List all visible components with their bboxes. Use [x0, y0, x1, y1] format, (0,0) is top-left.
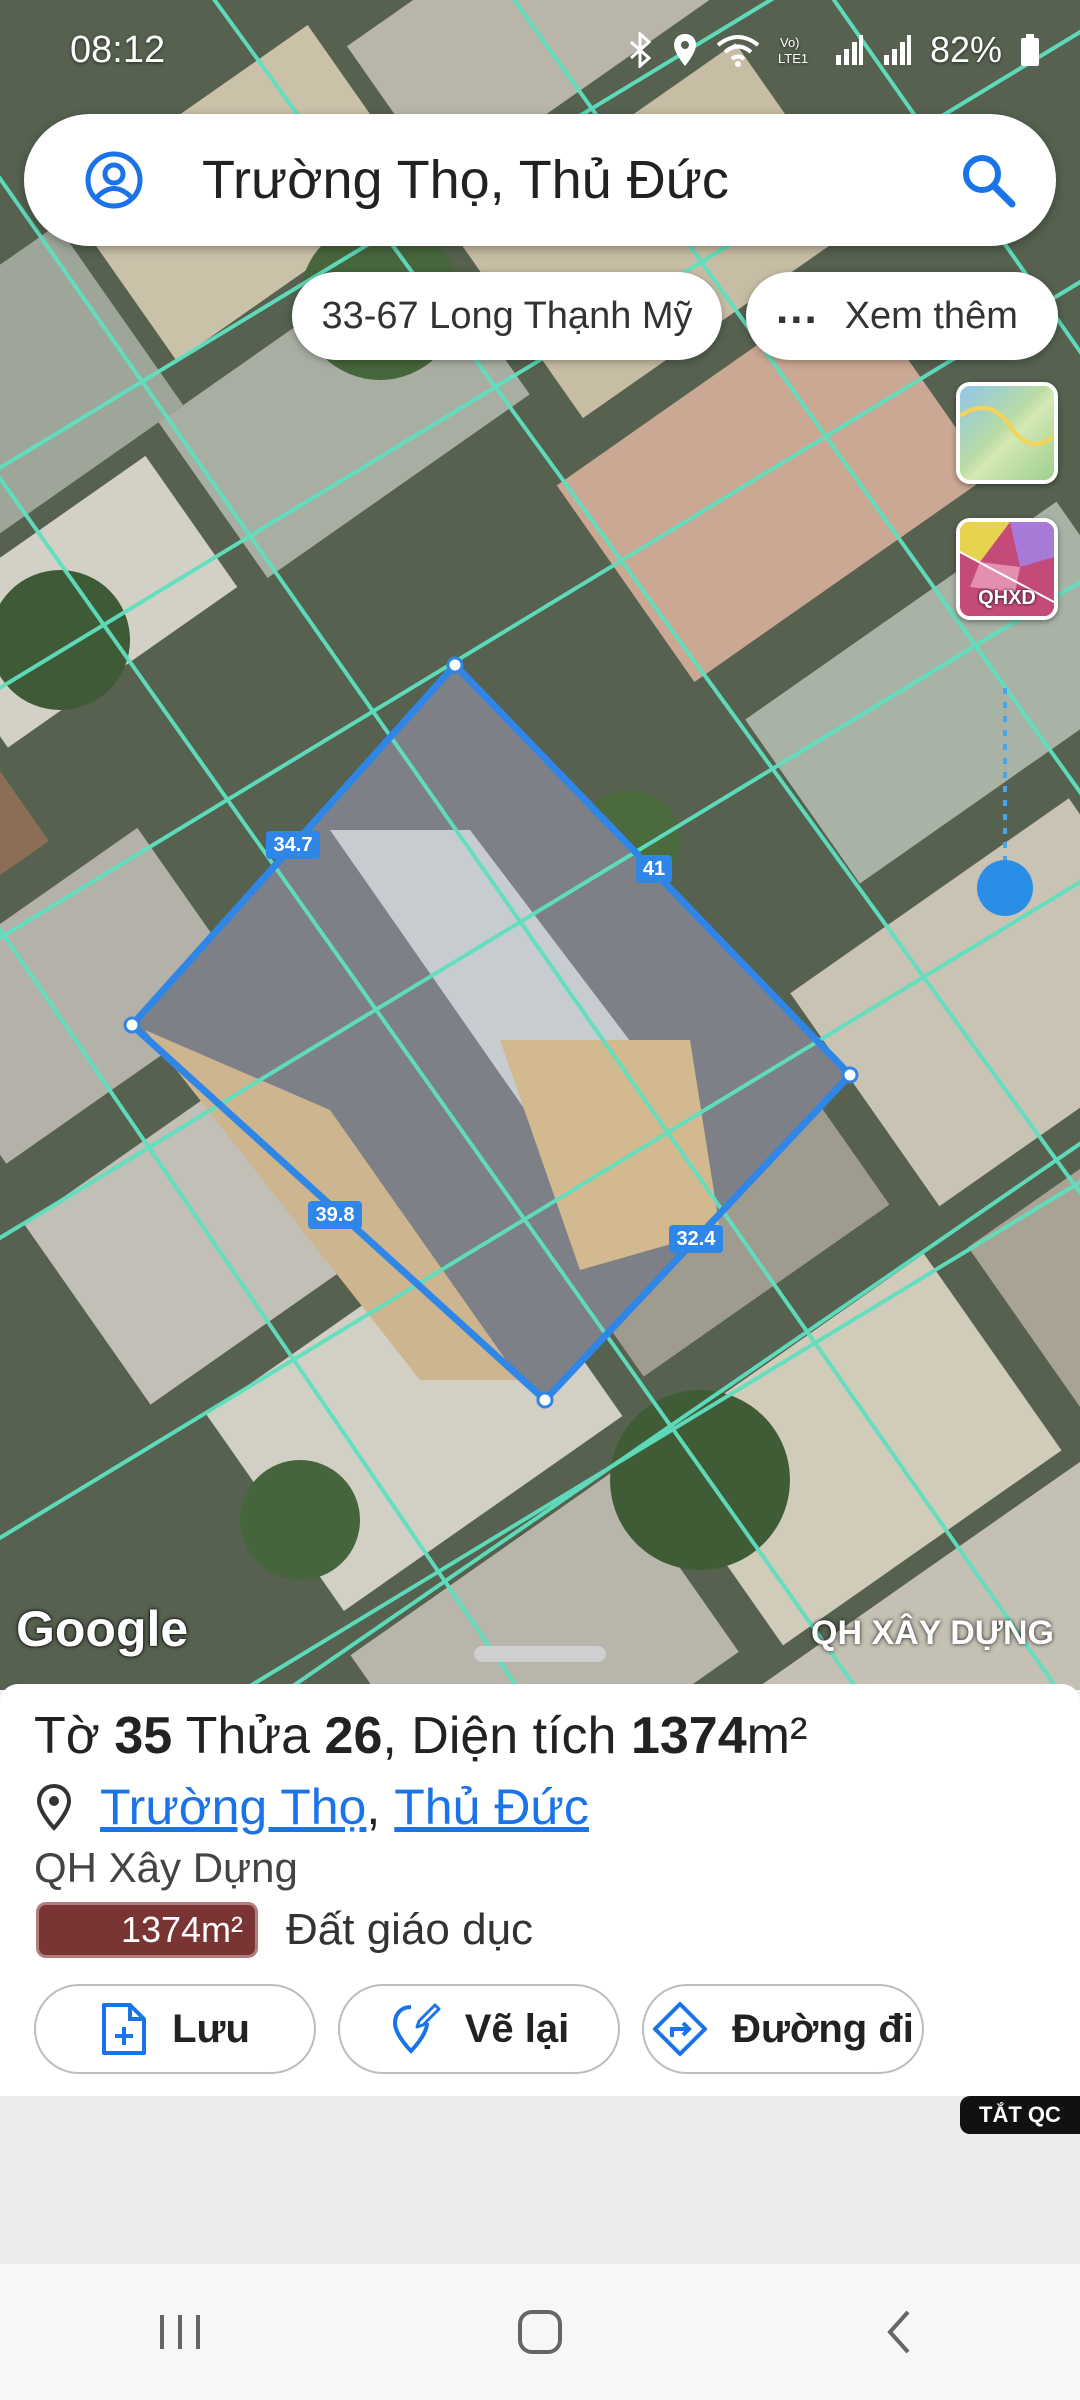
svg-text:LTE1: LTE1	[778, 51, 808, 66]
save-button[interactable]: Lưu	[34, 1984, 316, 2074]
back-icon[interactable]	[870, 2302, 930, 2362]
status-icons: Vo) LTE1 82%	[628, 29, 1040, 71]
location-row: Trường Thọ , Thủ Đức	[34, 1774, 589, 1840]
volte-icon: Vo)LTE1	[778, 35, 808, 66]
redraw-button-label: Vẽ lại	[464, 2006, 570, 2051]
zone-label: Đất giáo dục	[286, 1905, 534, 1954]
save-button-label: Lưu	[172, 2006, 250, 2051]
address-chip-label: 33-67 Long Thạnh Mỹ	[321, 294, 693, 337]
parcel-title-text: Tờ	[34, 1707, 115, 1765]
account-icon[interactable]	[84, 150, 144, 210]
signal-icon	[883, 35, 911, 65]
status-time: 08:12	[70, 28, 166, 71]
system-nav-bar	[0, 2264, 1080, 2400]
parcel-area: 1374	[630, 1707, 747, 1765]
terrain-layer-button[interactable]	[956, 382, 1058, 484]
satellite-map[interactable]: 34.7 41 39.8 32.4	[0, 0, 1080, 1690]
ward-link[interactable]: Trường Thọ	[100, 1778, 366, 1836]
parcel-info-sheet: Tờ 35 Thửa 26, Diện tích 1374m² Trường T…	[0, 1684, 1080, 2096]
satellite-imagery	[0, 0, 1080, 1690]
qhxd-layer-label: QHXD	[978, 587, 1036, 609]
address-chip[interactable]: 33-67 Long Thạnh Mỹ	[292, 272, 722, 360]
parcel-title: Tờ 35 Thửa 26, Diện tích 1374m²	[34, 1706, 807, 1766]
more-chip[interactable]: ... Xem thêm	[746, 272, 1058, 360]
directions-button-label: Đường đi	[732, 2006, 914, 2051]
zone-row: 1374m² Đất giáo dục	[36, 1902, 533, 1958]
opacity-slider[interactable]	[960, 688, 1050, 918]
parcel-area-unit: m²	[746, 1707, 808, 1765]
ad-off-button[interactable]: TẮT QC	[960, 2096, 1080, 2134]
recents-icon[interactable]	[150, 2307, 210, 2357]
add-file-icon	[102, 2003, 147, 2055]
parcel-title-text: Thửa	[172, 1707, 325, 1765]
search-input[interactable]: Trường Thọ, Thủ Đức	[202, 149, 958, 211]
signal-icon	[835, 35, 863, 65]
ad-area: TẮT QC	[0, 2096, 1080, 2264]
district-link[interactable]: Thủ Đức	[394, 1778, 589, 1836]
edge-length-label: 39.8	[308, 1201, 362, 1229]
zone-area-badge: 1374m²	[36, 1902, 258, 1958]
bluetooth-icon	[629, 32, 652, 68]
map-layer-label: QH XÂY DỰNG	[811, 1614, 1054, 1652]
parcel-title-text: , Diện tích	[382, 1707, 631, 1765]
redraw-button[interactable]: Vẽ lại	[338, 1984, 620, 2074]
search-icon[interactable]	[958, 150, 1018, 210]
location-separator: ,	[366, 1779, 381, 1835]
more-dots-icon: ...	[776, 284, 819, 333]
directions-icon	[653, 2002, 708, 2056]
draw-pin-icon	[392, 2003, 441, 2054]
sheet-drag-handle[interactable]	[474, 1646, 606, 1662]
more-chip-label: Xem thêm	[844, 294, 1018, 337]
home-icon[interactable]	[510, 2302, 570, 2362]
slider-handle[interactable]	[977, 860, 1033, 916]
edge-length-label: 41	[636, 855, 672, 883]
battery-percent: 82%	[929, 29, 1002, 70]
plan-type: QH Xây Dựng	[34, 1844, 298, 1891]
search-bar[interactable]: Trường Thọ, Thủ Đức	[24, 114, 1056, 246]
edge-length-label: 34.7	[266, 831, 320, 859]
sheet-number: 35	[114, 1707, 173, 1765]
wifi-icon	[716, 35, 760, 67]
edge-length-label: 32.4	[669, 1225, 723, 1253]
svg-text:Vo): Vo)	[780, 35, 800, 50]
location-pin-icon	[36, 1783, 72, 1831]
parcel-number: 26	[324, 1707, 383, 1765]
battery-icon	[1021, 34, 1039, 66]
qhxd-layer-button[interactable]: QHXD	[956, 518, 1058, 620]
terrain-layer-icon	[960, 406, 1054, 446]
status-bar: 08:12 Vo) LTE1 82%	[0, 0, 1080, 100]
location-icon	[673, 34, 696, 66]
directions-button[interactable]: Đường đi	[642, 1984, 924, 2074]
google-logo: Google	[16, 1601, 189, 1657]
